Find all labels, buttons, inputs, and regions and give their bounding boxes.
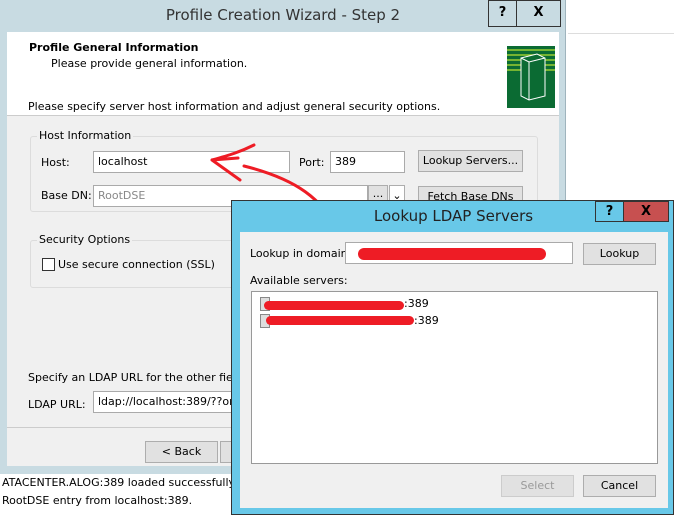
server-list[interactable]: :389 :389 bbox=[251, 291, 658, 464]
domain-label: Lookup in domain: bbox=[250, 247, 352, 260]
lookup-button[interactable]: Lookup bbox=[583, 243, 656, 265]
server-port: :389 bbox=[404, 297, 429, 310]
list-item[interactable]: :389 bbox=[252, 313, 552, 329]
close-button[interactable]: X bbox=[623, 201, 669, 222]
server-port: :389 bbox=[414, 314, 439, 327]
redaction bbox=[358, 248, 546, 260]
help-button[interactable]: ? bbox=[595, 201, 624, 222]
cancel-button[interactable]: Cancel bbox=[583, 475, 656, 497]
list-item[interactable]: :389 bbox=[252, 296, 552, 312]
select-button[interactable]: Select bbox=[501, 475, 574, 497]
dialog-body: Lookup in domain: Lookup Available serve… bbox=[240, 232, 668, 508]
lookup-dialog: Lookup LDAP Servers ? X Lookup in domain… bbox=[231, 200, 674, 515]
available-label: Available servers: bbox=[250, 274, 348, 287]
